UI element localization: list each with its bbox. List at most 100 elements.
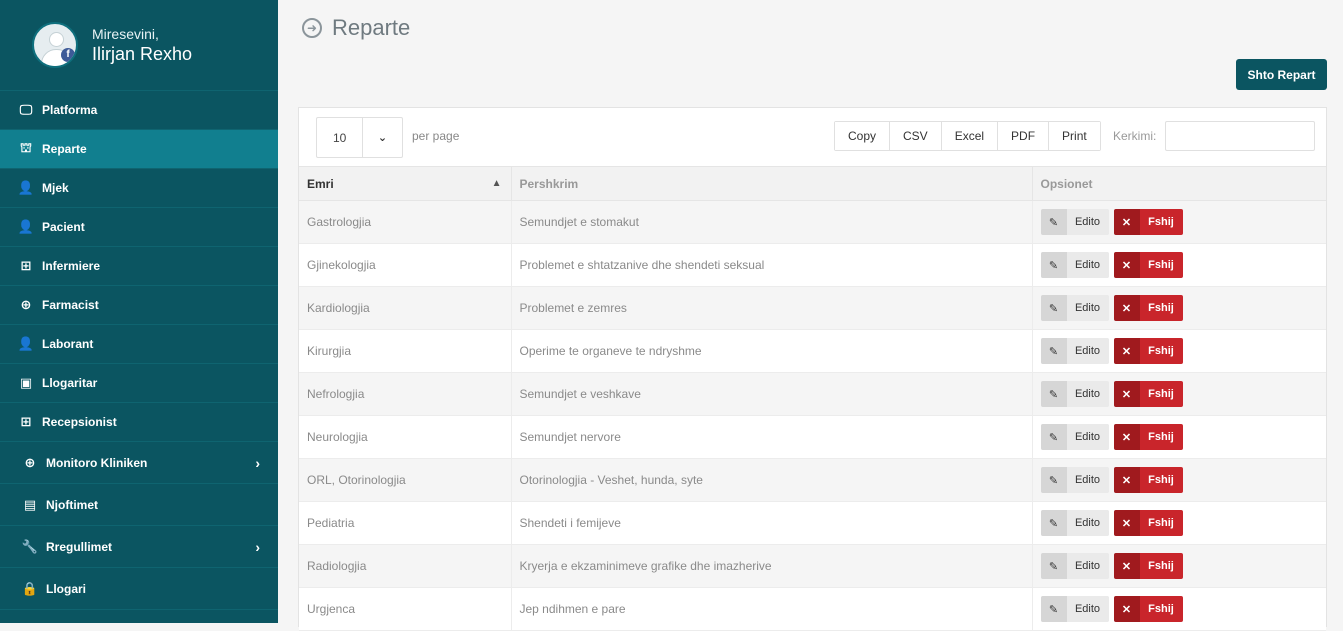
delete-label: Fshij xyxy=(1139,510,1183,536)
data-table-panel: 10 ⌄ per page Copy CSV Excel PDF Print Kerki… xyxy=(298,107,1327,631)
edit-label: Edito xyxy=(1066,338,1109,364)
row-options: ✎ Edito ✕ Fshij xyxy=(1032,587,1326,631)
chevron-right-icon: › xyxy=(255,454,260,471)
edit-button[interactable]: ✎ Edito xyxy=(1040,209,1109,235)
sidebar-item-farmacist[interactable]: ⊕ Farmacist xyxy=(0,286,278,325)
export-copy-button[interactable]: Copy xyxy=(835,122,891,150)
column-header-name[interactable]: Emri ▲ xyxy=(299,166,512,201)
pencil-icon: ✎ xyxy=(1040,381,1067,407)
delete-label: Fshij xyxy=(1139,467,1183,493)
sidebar-item-llogari[interactable]: 🔒 Llogari xyxy=(0,568,278,610)
export-print-button[interactable]: Print xyxy=(1049,122,1100,150)
edit-button[interactable]: ✎ Edito xyxy=(1040,424,1109,450)
edit-button[interactable]: ✎ Edito xyxy=(1040,295,1109,321)
sidebar-item-monitoro-kliniken[interactable]: ⊕ Monitoro Kliniken › xyxy=(0,442,278,484)
close-icon: ✕ xyxy=(1113,252,1140,278)
per-page-label: per page xyxy=(412,129,460,143)
sidebar-item-label: Njoftimet xyxy=(46,497,98,512)
table-row: Radiologjia Kryerja e ekzaminimeve grafik… xyxy=(299,544,1326,588)
delete-button[interactable]: ✕ Fshij xyxy=(1113,381,1183,407)
sidebar-item-infermiere[interactable]: ⊞ Infermiere xyxy=(0,247,278,286)
pencil-icon: ✎ xyxy=(1040,338,1067,364)
row-options: ✎ Edito ✕ Fshij xyxy=(1032,200,1326,244)
chevron-right-icon: › xyxy=(255,538,260,555)
sidebar-item-njoftimet[interactable]: ▤ Njoftimet xyxy=(0,484,278,526)
add-department-button[interactable]: Shto Repart xyxy=(1236,59,1327,90)
sidebar-item-llogaritar[interactable]: ▣ Llogaritar xyxy=(0,364,278,403)
delete-button[interactable]: ✕ Fshij xyxy=(1113,252,1183,278)
plus-square-icon: ⊞ xyxy=(20,258,32,273)
delete-label: Fshij xyxy=(1139,381,1183,407)
monitor-icon: 🖵 xyxy=(19,102,33,117)
delete-button[interactable]: ✕ Fshij xyxy=(1113,467,1183,493)
close-icon: ✕ xyxy=(1113,209,1140,235)
export-csv-button[interactable]: CSV xyxy=(890,122,942,150)
edit-button[interactable]: ✎ Edito xyxy=(1040,381,1109,407)
search-input[interactable] xyxy=(1165,121,1315,151)
sidebar-item-label: Platforma xyxy=(42,103,98,117)
department-description: Semundjet e veshkave xyxy=(511,372,1033,416)
sidebar-item-label: Reparte xyxy=(42,142,87,156)
table-row: Nefrologjia Semundjet e veshkave ✎ Edito ✕ Fs… xyxy=(299,372,1326,416)
edit-label: Edito xyxy=(1066,424,1109,450)
delete-button[interactable]: ✕ Fshij xyxy=(1113,553,1183,579)
sidebar-item-label: Llogari xyxy=(46,581,87,596)
edit-button[interactable]: ✎ Edito xyxy=(1040,596,1109,622)
greeting-text: Miresevini, xyxy=(92,25,159,42)
department-name: Kardiologjia xyxy=(299,286,512,330)
table-row: Kardiologjia Problemet e zemres ✎ Edito ✕ Fsh… xyxy=(299,286,1326,330)
delete-button[interactable]: ✕ Fshij xyxy=(1113,295,1183,321)
sidebar-item-label: Llogaritar xyxy=(42,376,98,390)
row-options: ✎ Edito ✕ Fshij xyxy=(1032,243,1326,287)
edit-button[interactable]: ✎ Edito xyxy=(1040,252,1109,278)
sidebar-item-platforma[interactable]: 🖵 Platforma xyxy=(0,91,278,130)
delete-button[interactable]: ✕ Fshij xyxy=(1113,209,1183,235)
page-size-select[interactable]: 10 ⌄ xyxy=(316,117,403,158)
edit-button[interactable]: ✎ Edito xyxy=(1040,553,1109,579)
row-options: ✎ Edito ✕ Fshij xyxy=(1032,415,1326,459)
close-icon: ✕ xyxy=(1113,295,1140,321)
column-header-description[interactable]: Pershkrim xyxy=(511,166,1033,201)
export-pdf-button[interactable]: PDF xyxy=(998,122,1050,150)
sidebar-item-mjek[interactable]: 👤 Mjek xyxy=(0,169,278,208)
delete-button[interactable]: ✕ Fshij xyxy=(1113,338,1183,364)
export-excel-button[interactable]: Excel xyxy=(941,122,999,150)
user-icon: 👤 xyxy=(17,219,35,234)
edit-button[interactable]: ✎ Edito xyxy=(1040,467,1109,493)
pencil-icon: ✎ xyxy=(1040,510,1067,536)
sidebar-item-pacient[interactable]: 👤 Pacient xyxy=(0,208,278,247)
crosshair-icon: ⊕ xyxy=(24,454,36,470)
delete-button[interactable]: ✕ Fshij xyxy=(1113,596,1183,622)
table-row: Gjinekologjia Problemet e shtatzanive dhe… xyxy=(299,243,1326,287)
pencil-icon: ✎ xyxy=(1040,295,1067,321)
delete-button[interactable]: ✕ Fshij xyxy=(1113,510,1183,536)
close-icon: ✕ xyxy=(1113,467,1140,493)
chevron-down-icon[interactable]: ⌄ xyxy=(363,118,402,157)
page-size-value: 10 xyxy=(317,118,363,157)
search-label: Kerkimi: xyxy=(1113,129,1157,143)
main-content: ➜ Reparte Shto Repart 10 ⌄ per page Copy… xyxy=(278,0,1343,631)
sidebar-item-reparte[interactable]: ⛫ Reparte xyxy=(0,130,278,169)
edit-label: Edito xyxy=(1066,295,1109,321)
pencil-icon: ✎ xyxy=(1040,553,1067,579)
delete-label: Fshij xyxy=(1139,596,1183,622)
department-description: Problemet e zemres xyxy=(511,286,1033,330)
delete-label: Fshij xyxy=(1139,252,1183,278)
pencil-icon: ✎ xyxy=(1040,467,1067,493)
delete-button[interactable]: ✕ Fshij xyxy=(1113,424,1183,450)
delete-label: Fshij xyxy=(1139,295,1183,321)
page-title-text: Reparte xyxy=(332,15,411,40)
table-row: Neurologjia Semundjet nervore ✎ Edito ✕ Fshij xyxy=(299,415,1326,459)
sort-ascending-icon[interactable]: ▲ xyxy=(492,178,502,189)
sidebar-item-laborant[interactable]: 👤 Laborant xyxy=(0,325,278,364)
sidebar-item-recepsionist[interactable]: ⊞ Recepsionist xyxy=(0,403,278,442)
department-name: Kirurgjia xyxy=(299,329,512,373)
sidebar-item-rregullimet[interactable]: 🔧 Rregullimet › xyxy=(0,526,278,568)
edit-label: Edito xyxy=(1066,467,1109,493)
edit-button[interactable]: ✎ Edito xyxy=(1040,510,1109,536)
user-icon: 👤 xyxy=(17,336,35,351)
sidebar-item-label: Infermiere xyxy=(42,259,101,273)
department-name: Nefrologjia xyxy=(299,372,512,416)
edit-button[interactable]: ✎ Edito xyxy=(1040,338,1109,364)
department-name: Pediatria xyxy=(299,501,512,545)
